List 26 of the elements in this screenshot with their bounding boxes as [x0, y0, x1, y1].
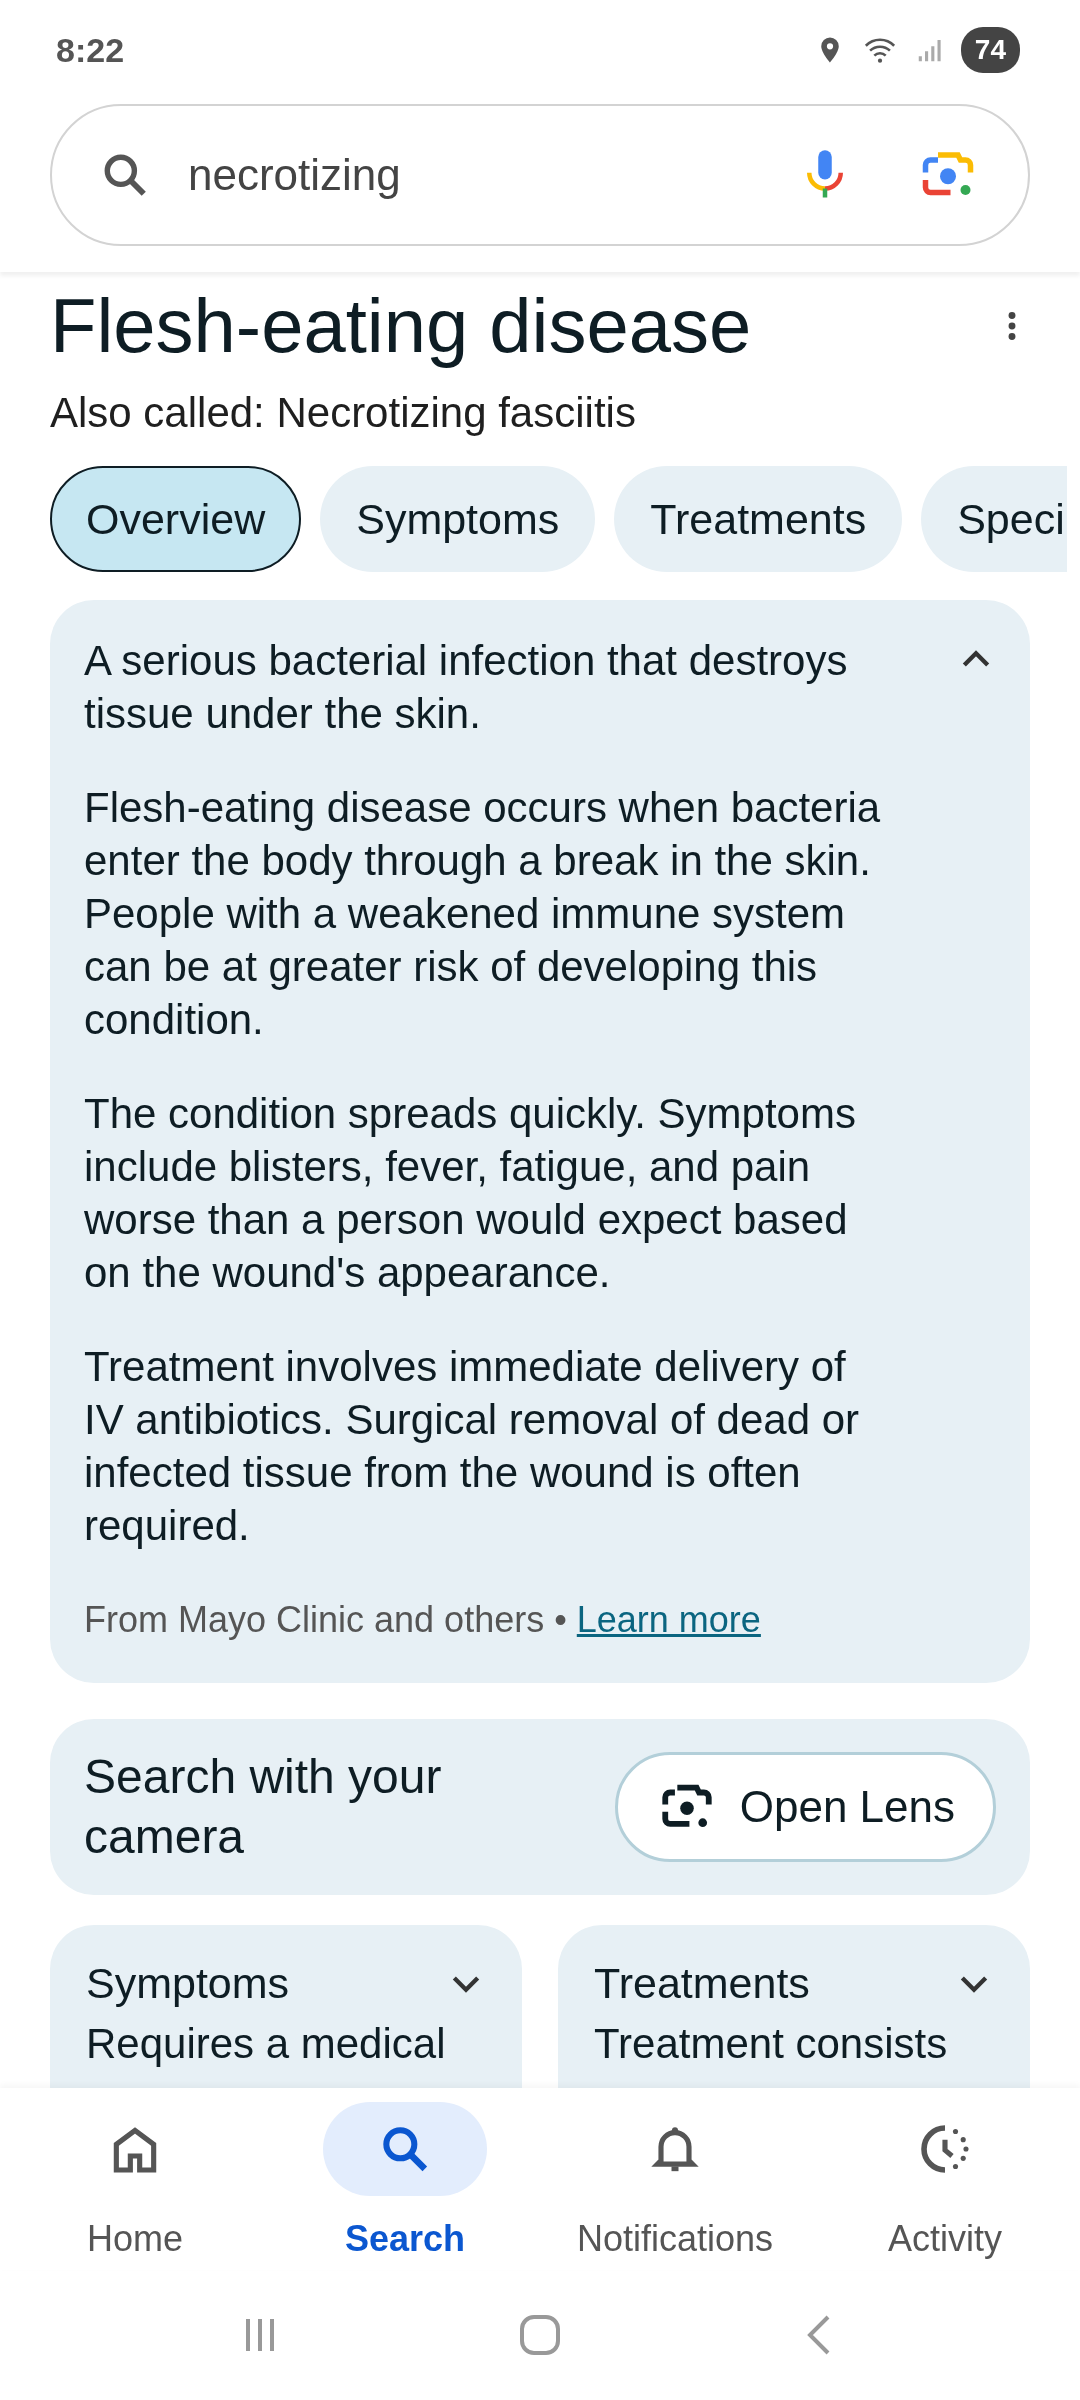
open-lens-button[interactable]: Open Lens	[614, 1752, 996, 1863]
paragraph: Flesh-eating disease occurs when bacteria enter the body through a break in the skin. People with a weakened immune system can be at greater risk of developing this condition.	[84, 783, 882, 1046]
source-text: From Mayo Clinic and others • Learn more	[84, 1598, 762, 1643]
learn-more-link[interactable]: Learn more	[576, 1599, 761, 1641]
search-field[interactable]: necrotizing	[186, 141, 762, 209]
section-preview: Treatment consists	[594, 2019, 949, 2068]
status-time: 8:22	[56, 29, 125, 71]
nav-tab[interactable]: Home	[0, 2088, 270, 2270]
page-title: Flesh-eating disease	[50, 282, 752, 370]
battery-level: 74	[960, 27, 1020, 73]
section-title: Treatments	[594, 1958, 810, 2010]
nav-tab[interactable]: Notifications	[540, 2088, 810, 2270]
paragraph: The condition spreads quickly. Symptoms include blisters, fever, fatigue, and pain worse than a person would expect based on the wound's appearance.	[84, 1089, 857, 1299]
alias-text: Also called: Necrotizing fasciitis	[50, 388, 637, 439]
nav-tab[interactable]: Activity	[810, 2088, 1080, 2270]
lens-prompt: Search with your camera	[84, 1749, 443, 1866]
tab[interactable]: Overview	[50, 466, 302, 573]
tab[interactable]: Treatments	[614, 466, 903, 573]
section-preview: Requires a medical	[86, 2019, 447, 2068]
tab[interactable]: Symptoms	[320, 466, 596, 573]
summary-text: A serious bacterial infection that destroys tissue under the skin.	[84, 636, 849, 740]
search-bar[interactable]: necrotizing	[50, 104, 1030, 246]
nav-tab[interactable]: Search	[270, 2088, 540, 2270]
section-title: Symptoms	[86, 1958, 290, 2010]
tab[interactable]: Speci	[921, 466, 1067, 573]
paragraph: Treatment involves immediate delivery of IV antibiotics. Surgical removal of dead or infected tissue from the wound is often required.	[84, 1342, 861, 1552]
